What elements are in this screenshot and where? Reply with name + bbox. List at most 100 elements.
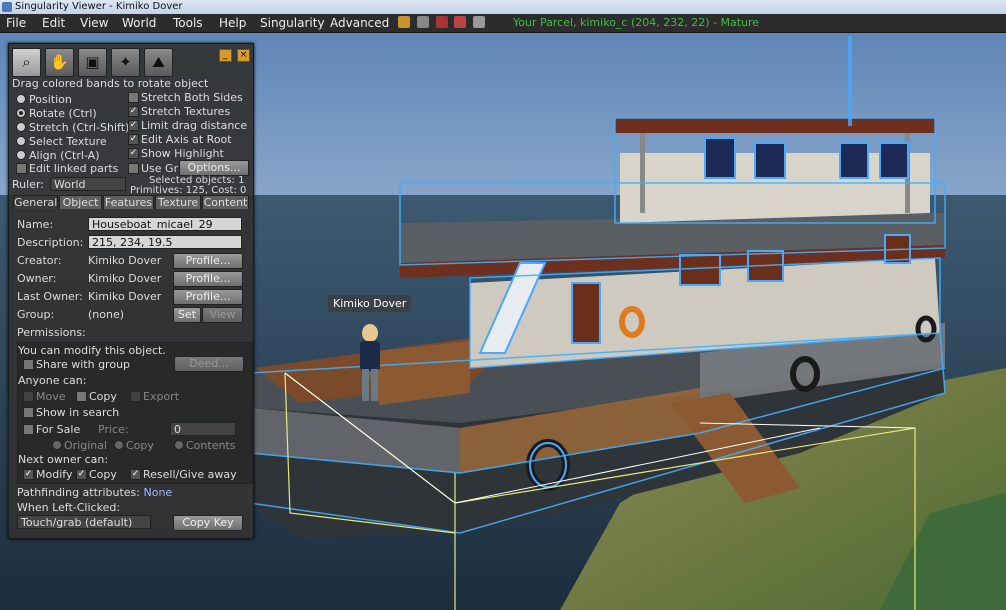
creator-label: Creator: xyxy=(17,254,62,267)
menu-singularity[interactable]: Singularity xyxy=(260,14,325,32)
anyone-copy-checkbox[interactable] xyxy=(76,391,87,402)
create-wand-icon: ✦ xyxy=(119,53,132,71)
stretch-both-sides-checkbox[interactable] xyxy=(128,92,139,103)
build-icon[interactable] xyxy=(398,16,410,28)
name-label: Name: xyxy=(17,218,54,231)
zoom-tool-button[interactable]: ⌕ xyxy=(12,48,41,77)
creator-profile-button[interactable]: Profile... xyxy=(173,253,243,269)
for-sale-checkbox[interactable] xyxy=(23,424,34,435)
anyone-move-label: Move xyxy=(36,390,66,403)
grab-tool-button[interactable]: ✋ xyxy=(45,48,74,77)
stretch-textures-checkbox[interactable]: ✓ xyxy=(128,106,139,117)
ruler-label: Ruler: xyxy=(12,178,44,191)
owner-profile-button[interactable]: Profile... xyxy=(173,271,243,287)
no-fly-icon[interactable] xyxy=(435,16,448,28)
edit-tool-button[interactable]: ▣ xyxy=(78,48,107,77)
edit-linked-checkbox[interactable] xyxy=(16,163,27,174)
price-field[interactable]: 0 xyxy=(170,422,236,436)
mode-position-radio[interactable] xyxy=(16,94,26,104)
next-modify-checkbox[interactable]: ✓ xyxy=(23,469,34,480)
edit-axis-root-checkbox[interactable]: ✓ xyxy=(128,134,139,145)
tool-hint: Drag colored bands to rotate object xyxy=(12,77,209,90)
build-floater: _ × ⌕ ✋ ▣ ✦ ⛰ Drag colored bands to rota… xyxy=(8,43,254,539)
next-resell-label: Resell/Give away xyxy=(143,468,237,481)
menu-file[interactable]: File xyxy=(6,14,26,32)
last-owner-profile-button[interactable]: Profile... xyxy=(173,289,243,305)
mode-align-radio[interactable] xyxy=(16,150,26,160)
pathfinding-value[interactable]: None xyxy=(143,486,172,499)
land-tool-button[interactable]: ⛰ xyxy=(144,48,173,77)
menu-advanced[interactable]: Advanced xyxy=(330,14,389,32)
window-title-bar: Singularity Viewer - Kimiko Dover xyxy=(0,0,1006,14)
parcel-status-icons xyxy=(398,16,488,30)
scripts-icon[interactable] xyxy=(473,16,486,28)
use-grid-checkbox[interactable] xyxy=(128,163,139,174)
close-icon[interactable]: × xyxy=(237,49,250,62)
pathfinding-label-text: Pathfinding attributes: xyxy=(17,486,140,499)
name-field[interactable]: Houseboat_micael_29 xyxy=(88,217,242,231)
group-set-button[interactable]: Set xyxy=(173,307,201,323)
last-owner-value: Kimiko Dover xyxy=(88,290,162,303)
show-highlight-checkbox[interactable]: ✓ xyxy=(128,148,139,159)
anyone-move-checkbox[interactable] xyxy=(23,391,34,402)
show-in-search-label: Show in search xyxy=(36,406,120,419)
share-group-label: Share with group xyxy=(36,358,131,371)
mode-select-texture-label: Select Texture xyxy=(29,135,107,148)
sale-copy-radio[interactable] xyxy=(114,440,124,450)
next-modify-label: Modify xyxy=(36,468,73,481)
avatar-name-tag: Kimiko Dover xyxy=(328,295,412,312)
mode-rotate-radio[interactable] xyxy=(16,108,26,118)
menu-edit[interactable]: Edit xyxy=(42,14,65,32)
tab-texture[interactable]: Texture xyxy=(155,195,201,209)
app-icon xyxy=(2,2,12,12)
tab-content[interactable]: Content xyxy=(202,195,249,209)
next-owner-label: Next owner can: xyxy=(18,453,109,466)
sale-contents-radio[interactable] xyxy=(174,440,184,450)
tab-general[interactable]: General xyxy=(13,195,58,209)
mode-position-label: Position xyxy=(29,93,72,106)
next-resell-checkbox[interactable]: ✓ xyxy=(130,469,141,480)
deed-button[interactable]: Deed... xyxy=(174,356,244,372)
description-field[interactable]: 215, 234, 19.5 xyxy=(88,235,242,249)
share-group-checkbox[interactable] xyxy=(23,359,34,370)
tab-object[interactable]: Object xyxy=(59,195,102,209)
group-view-button[interactable]: View xyxy=(202,307,243,323)
copy-key-button[interactable]: Copy Key xyxy=(173,515,243,531)
menu-bar: File Edit View World Tools Help Singular… xyxy=(0,14,1006,33)
options-button[interactable]: Options... xyxy=(179,160,249,176)
menu-help[interactable]: Help xyxy=(219,14,246,32)
sale-original-label: Original xyxy=(64,439,108,452)
edit-cube-icon: ▣ xyxy=(85,53,100,71)
anyone-copy-label: Copy xyxy=(89,390,117,403)
stretch-both-sides-label: Stretch Both Sides xyxy=(141,91,243,104)
ruler-select[interactable]: World xyxy=(50,177,126,191)
mode-stretch-radio[interactable] xyxy=(16,122,26,132)
minimize-icon[interactable]: _ xyxy=(218,49,232,62)
edit-axis-root-label: Edit Axis at Root xyxy=(141,133,232,146)
create-tool-button[interactable]: ✦ xyxy=(111,48,140,77)
tab-features[interactable]: Features xyxy=(103,195,154,209)
floater-controls: _ × xyxy=(217,47,250,62)
limit-drag-label: Limit drag distance xyxy=(141,119,248,132)
no-push-icon[interactable] xyxy=(454,16,467,28)
parcel-info[interactable]: Your Parcel, kimiko_c (204, 232, 22) - M… xyxy=(513,14,759,32)
menu-world[interactable]: World xyxy=(122,14,156,32)
menu-tools[interactable]: Tools xyxy=(173,14,203,32)
mode-select-texture-radio[interactable] xyxy=(16,136,26,146)
sale-original-radio[interactable] xyxy=(52,440,62,450)
pathfinding-label: Pathfinding attributes: None xyxy=(17,486,172,499)
limit-drag-checkbox[interactable]: ✓ xyxy=(128,120,139,131)
creator-value: Kimiko Dover xyxy=(88,254,162,267)
last-owner-label: Last Owner: xyxy=(17,290,83,303)
anyone-export-checkbox[interactable] xyxy=(130,391,141,402)
window-title: Singularity Viewer - Kimiko Dover xyxy=(15,1,183,12)
zoom-icon: ⌕ xyxy=(22,53,31,71)
voice-icon[interactable] xyxy=(416,16,429,28)
show-in-search-checkbox[interactable] xyxy=(23,407,34,418)
left-click-select[interactable]: Touch/grab (default) xyxy=(17,515,151,529)
group-label: Group: xyxy=(17,308,55,321)
mode-rotate-label: Rotate (Ctrl) xyxy=(29,107,97,120)
menu-view[interactable]: View xyxy=(80,14,108,32)
next-copy-checkbox[interactable]: ✓ xyxy=(76,469,87,480)
stretch-textures-label: Stretch Textures xyxy=(141,105,231,118)
